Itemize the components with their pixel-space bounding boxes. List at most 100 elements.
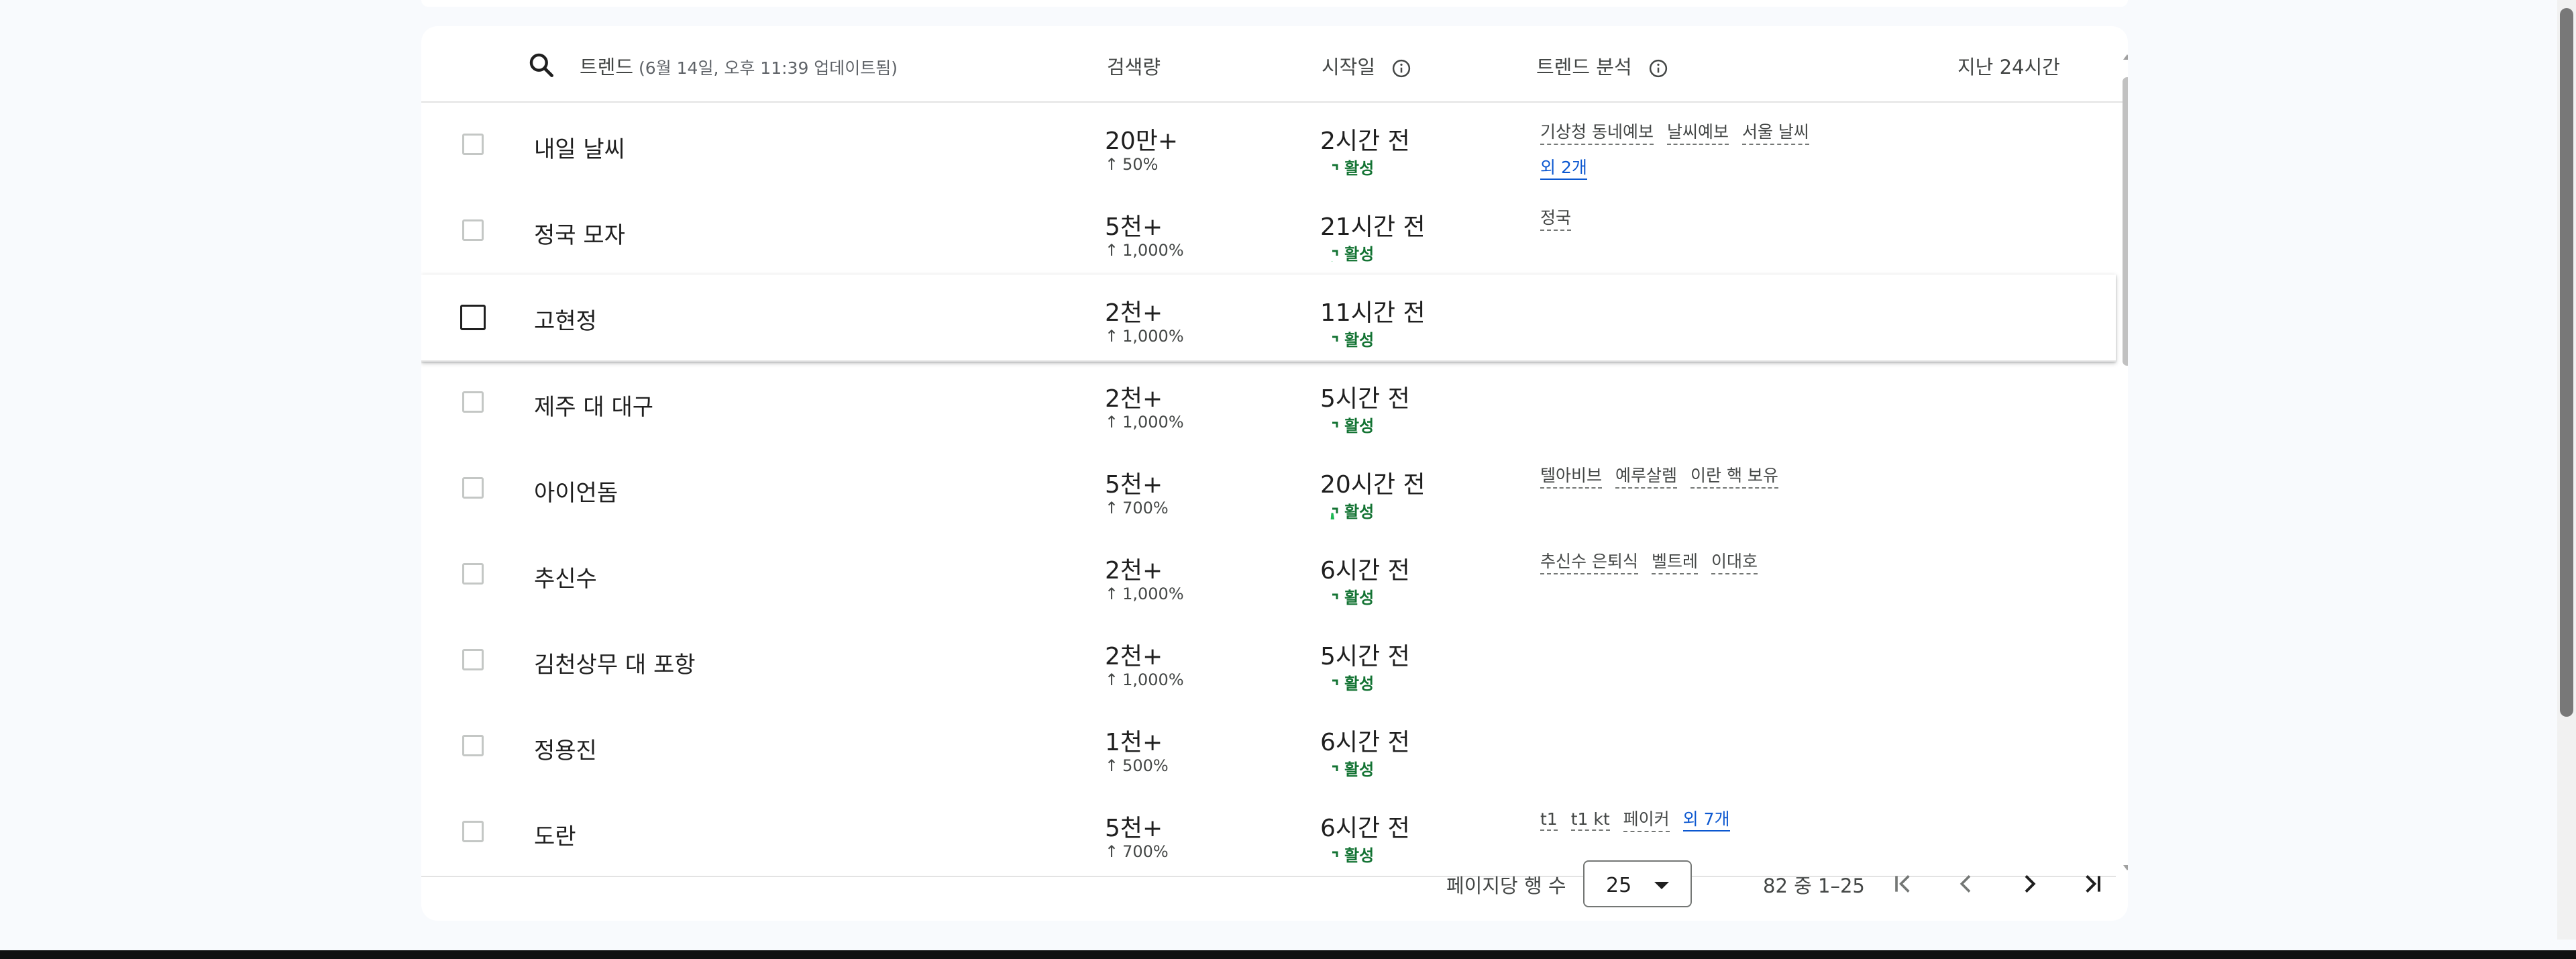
row-checkbox[interactable] bbox=[462, 649, 484, 670]
trend-name[interactable]: 김천상무 대 포항 bbox=[534, 646, 696, 679]
volume-increase-value: 1,000% bbox=[1122, 413, 1184, 432]
search-volume: 2천+ bbox=[1105, 385, 1163, 413]
row-checkbox[interactable] bbox=[462, 477, 484, 499]
volume-increase-value: 50% bbox=[1122, 155, 1159, 174]
row-checkbox[interactable] bbox=[462, 391, 484, 413]
row-checkbox[interactable] bbox=[462, 563, 484, 585]
arrow-up-icon: ↑ bbox=[1105, 241, 1119, 260]
row-checkbox[interactable] bbox=[462, 134, 484, 155]
status-label: 활성 bbox=[1344, 760, 1375, 779]
more-chips-link[interactable]: 외 2개 bbox=[1540, 154, 1587, 180]
row-checkbox[interactable] bbox=[462, 219, 484, 241]
last24-column-header: 지난 24시간 bbox=[1957, 56, 2060, 79]
started-time: 6시간 전 bbox=[1320, 557, 1410, 585]
page-scrollbar-thumb[interactable] bbox=[2560, 8, 2573, 717]
analysis-chip[interactable]: t1 kt bbox=[1570, 809, 1610, 831]
analysis-chip[interactable]: 추신수 은퇴식 bbox=[1540, 548, 1638, 574]
more-chips-link[interactable]: 외 7개 bbox=[1682, 806, 1730, 831]
table-row[interactable]: 제주 대 대구 2천+ ↑ 1,000% 5시간 전 활성 bbox=[421, 360, 2116, 483]
first-page-button[interactable] bbox=[1880, 858, 1927, 909]
volume-increase-value: 1,000% bbox=[1122, 670, 1184, 689]
next-page-button[interactable] bbox=[2006, 858, 2053, 909]
sparkline-chart bbox=[1919, 625, 2093, 692]
row-checkbox[interactable] bbox=[462, 735, 484, 756]
analysis-chip[interactable]: 날씨예보 bbox=[1666, 119, 1729, 145]
prev-page-button[interactable] bbox=[1943, 858, 1990, 909]
started-time: 21시간 전 bbox=[1320, 213, 1426, 241]
table-row[interactable]: 정국 모자 5천+ ↑ 1,000% 21시간 전 활성 정국 bbox=[421, 189, 2116, 310]
trend-name[interactable]: 아이언돔 bbox=[534, 474, 618, 507]
analysis-chip[interactable]: 기상청 동네예보 bbox=[1540, 119, 1654, 145]
volume-increase-value: 700% bbox=[1122, 499, 1169, 517]
analysis-chip[interactable]: 이대호 bbox=[1711, 548, 1758, 574]
last-page-button[interactable] bbox=[2069, 858, 2116, 909]
trend-name[interactable]: 도란 bbox=[534, 818, 576, 851]
analysis-chip[interactable]: 페이커 bbox=[1623, 806, 1670, 832]
volume-increase: ↑ 1,000% bbox=[1105, 413, 1184, 432]
trend-name[interactable]: 정국 모자 bbox=[534, 217, 625, 250]
started-time: 6시간 전 bbox=[1320, 815, 1410, 842]
row-checkbox[interactable] bbox=[460, 305, 486, 330]
analysis-chip[interactable]: 벨트레 bbox=[1651, 548, 1698, 574]
table-row[interactable]: 내일 날씨 20만+ ↑ 50% 2시간 전 활성 기상청 동네예보 날씨예보 서울 … bbox=[421, 103, 2116, 225]
volume-increase: ↑ 700% bbox=[1105, 842, 1169, 861]
table-row[interactable]: 정용진 1천+ ↑ 500% 6시간 전 활성 bbox=[421, 704, 2116, 826]
chevron-left-icon bbox=[1960, 875, 1971, 893]
trend-analysis-chips: 텔아비브 예루살렘 이란 핵 보유 bbox=[1540, 462, 1876, 498]
volume-increase: ↑ 700% bbox=[1105, 499, 1169, 517]
rows-per-page-value: 25 bbox=[1606, 874, 1632, 897]
table-row[interactable]: 아이언돔 5천+ ↑ 700% 20시간 전 활성 텔아비브 예루살렘 이란 핵 보유 bbox=[421, 446, 2116, 568]
trend-name[interactable]: 고현정 bbox=[534, 303, 597, 336]
volume-increase-value: 1,000% bbox=[1122, 585, 1184, 603]
sparkline-chart bbox=[1919, 109, 2093, 176]
trend-name[interactable]: 정용진 bbox=[534, 732, 597, 765]
trend-name[interactable]: 내일 날씨 bbox=[534, 131, 625, 164]
analysis-chip[interactable]: t1 bbox=[1540, 809, 1558, 831]
last-page-icon bbox=[2086, 874, 2100, 893]
volume-increase: ↑ 50% bbox=[1105, 155, 1158, 174]
table-row[interactable]: 김천상무 대 포항 2천+ ↑ 1,000% 5시간 전 활성 bbox=[421, 618, 2116, 740]
volume-column-header[interactable]: 검색량 bbox=[1107, 52, 1161, 80]
trend-name[interactable]: 추신수 bbox=[534, 560, 597, 593]
status-label: 활성 bbox=[1344, 159, 1375, 178]
volume-increase: ↑ 1,000% bbox=[1105, 585, 1184, 603]
analysis-chip[interactable]: 텔아비브 bbox=[1540, 462, 1603, 489]
analysis-chip[interactable]: 서울 날씨 bbox=[1741, 119, 1809, 145]
info-icon[interactable] bbox=[1391, 58, 1411, 79]
rows-per-page-select[interactable]: 25 bbox=[1583, 860, 1692, 907]
arrow-up-icon: ↑ bbox=[1105, 499, 1119, 517]
table-row[interactable]: 고현정 2천+ ↑ 1,000% 11시간 전 활성 bbox=[421, 274, 2116, 397]
trending-up-icon bbox=[1322, 764, 1495, 826]
first-page-icon bbox=[1895, 875, 1910, 893]
arrow-up-icon: ↑ bbox=[1105, 327, 1119, 346]
analysis-chip[interactable]: 이란 핵 보유 bbox=[1690, 462, 1778, 489]
status-badge: 활성 bbox=[1320, 756, 1495, 826]
analysis-chip[interactable]: 예루살렘 bbox=[1615, 462, 1678, 489]
page-range: 82 중 1–25 bbox=[1763, 874, 1865, 897]
volume-increase: ↑ 500% bbox=[1105, 756, 1169, 775]
started-column-header[interactable]: 시작일 bbox=[1322, 52, 1411, 80]
row-checkbox[interactable] bbox=[462, 821, 484, 842]
analysis-chip[interactable]: 정국 bbox=[1540, 205, 1572, 231]
status-badge: 활성 bbox=[1320, 670, 1495, 740]
info-icon[interactable] bbox=[1648, 58, 1668, 79]
trends-column-header[interactable]: 트렌드 (6월 14일, 오후 11:39 업데이트됨) bbox=[580, 52, 898, 80]
trend-name[interactable]: 제주 대 대구 bbox=[534, 389, 653, 421]
analysis-column-header[interactable]: 트렌드 분석 bbox=[1536, 52, 1668, 80]
search-icon[interactable] bbox=[527, 50, 556, 80]
sparkline-chart bbox=[1919, 797, 2093, 864]
table-row[interactable]: 도란 5천+ ↑ 700% 6시간 전 활성 t1 t1 kt 페이커 외 7개 bbox=[421, 790, 2116, 878]
table-row[interactable]: 추신수 2천+ ↑ 1,000% 6시간 전 활성 추신수 은퇴식 벨트레 이대호 bbox=[421, 532, 2116, 654]
trending-up-icon bbox=[1322, 679, 1495, 740]
sparkline-chart bbox=[1919, 195, 2093, 262]
page-scrollbar[interactable] bbox=[2557, 0, 2576, 940]
started-time: 20시간 전 bbox=[1320, 471, 1426, 499]
search-volume: 2천+ bbox=[1105, 557, 1163, 585]
table-scrollbar-thumb[interactable] bbox=[2123, 77, 2128, 366]
volume-increase: ↑ 1,000% bbox=[1105, 327, 1184, 346]
trending-up-icon bbox=[1332, 851, 1472, 878]
started-time: 5시간 전 bbox=[1320, 643, 1410, 670]
started-time: 2시간 전 bbox=[1320, 128, 1410, 155]
trending-up-icon bbox=[1321, 507, 1494, 568]
trends-rows: 내일 날씨 20만+ ↑ 50% 2시간 전 활성 기상청 동네예보 날씨예보 서울 … bbox=[421, 103, 2128, 878]
